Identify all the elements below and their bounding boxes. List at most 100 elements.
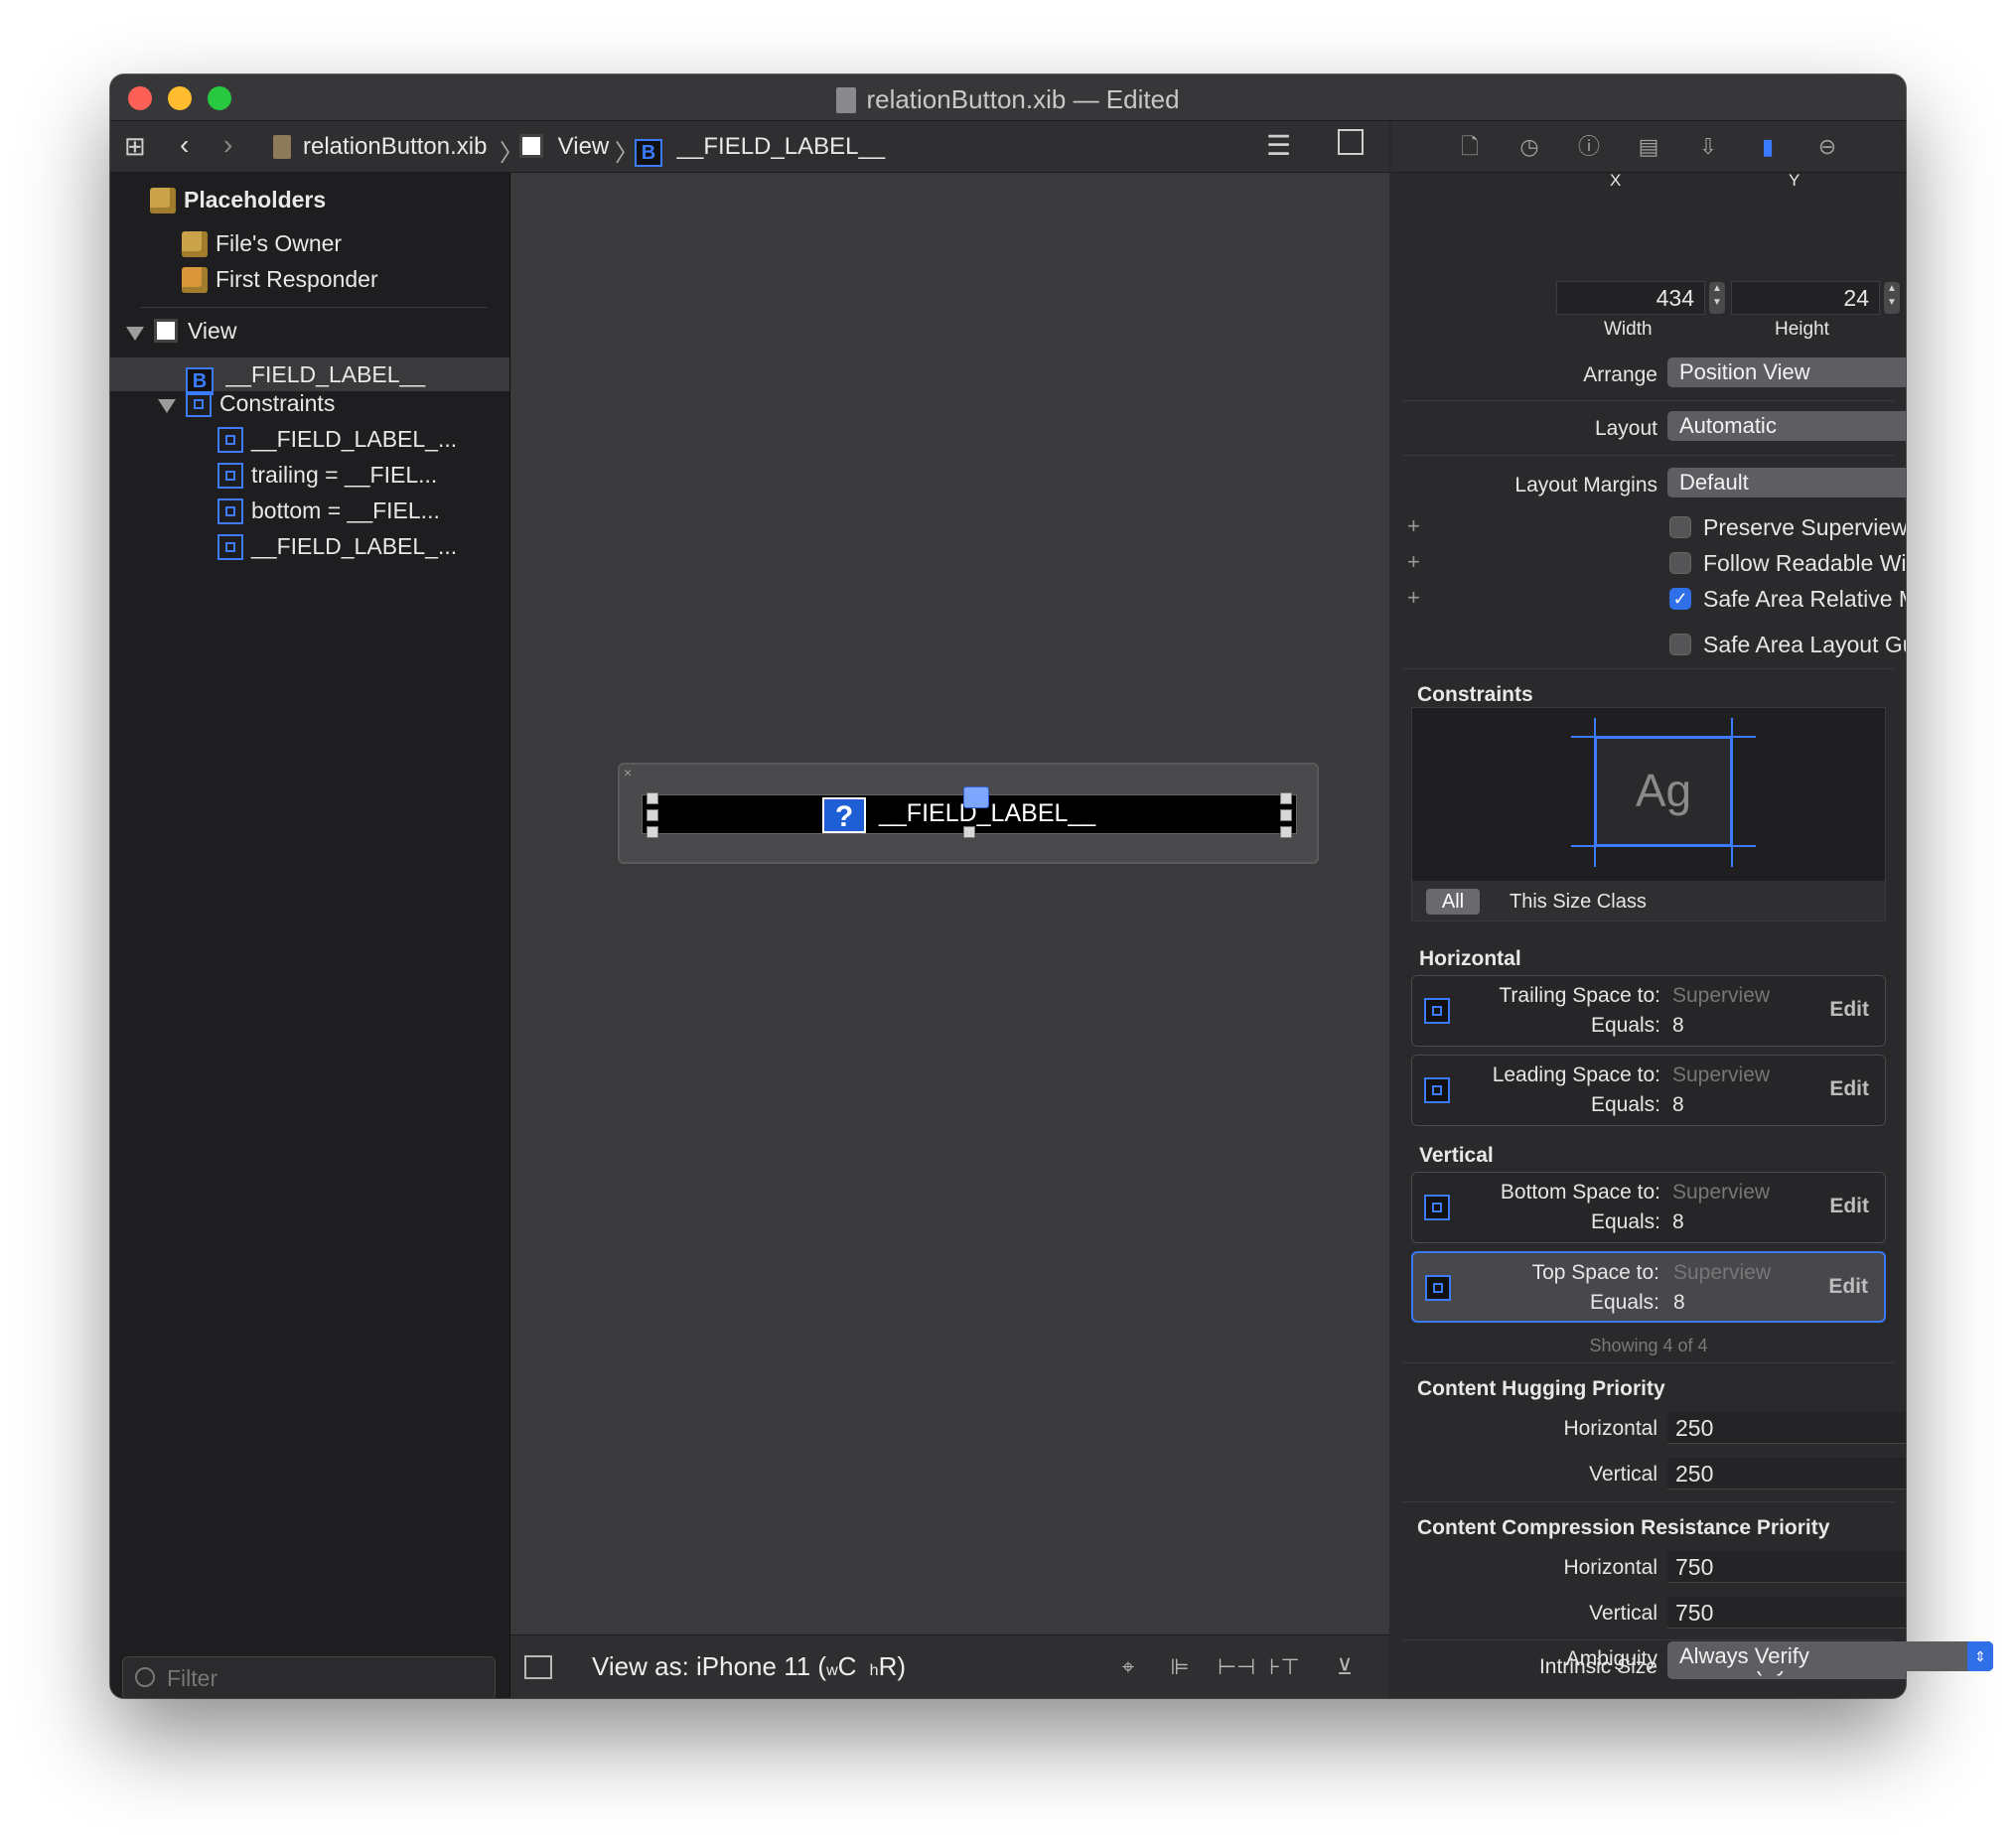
- top-constraint-line[interactable]: [1571, 736, 1756, 738]
- edit-constraint-button[interactable]: Edit: [1829, 998, 1869, 1022]
- align-icon[interactable]: ⊫: [1166, 1655, 1194, 1679]
- constraint-card-trailing[interactable]: Trailing Space to: Superview Equals: 8 E…: [1411, 975, 1886, 1047]
- outline-constraint-item[interactable]: trailing = __FIEL...: [217, 458, 437, 492]
- trailing-constraint-line[interactable]: [1731, 718, 1733, 867]
- top-constraint-handle[interactable]: [963, 786, 989, 808]
- canvas-bottom-bar: View as: iPhone 11 (wC hR) ⌖ ⊫ ⊢⊣ ⊦⊤ ⊻: [510, 1634, 1389, 1698]
- safe-area-guide-checkbox[interactable]: [1669, 634, 1691, 655]
- constraints-count: Showing 4 of 4: [1589, 1336, 1708, 1355]
- back-icon[interactable]: ‹: [180, 129, 189, 161]
- segment-this-size-class[interactable]: This Size Class: [1510, 889, 1647, 915]
- forward-icon[interactable]: ›: [223, 129, 232, 161]
- compression-vertical-combo[interactable]: 750▼: [1667, 1597, 1906, 1629]
- history-inspector-icon[interactable]: ◷: [1516, 134, 1542, 160]
- filter-placeholder: Filter: [167, 1665, 218, 1691]
- constraint-card-top[interactable]: Top Space to: Superview Equals: 8 Edit: [1411, 1251, 1886, 1323]
- add-variation-icon[interactable]: +: [1407, 513, 1420, 539]
- arrange-value: Position View: [1679, 359, 1810, 384]
- breadcrumb-button[interactable]: B __FIELD_LABEL__: [635, 133, 885, 167]
- update-frames-icon[interactable]: ⌖: [1114, 1655, 1142, 1679]
- ambiguity-popup[interactable]: Always Verify ⇕: [1667, 1641, 1993, 1671]
- height-field[interactable]: 24: [1731, 281, 1880, 315]
- outline-placeholders[interactable]: Placeholders: [150, 183, 326, 216]
- file-inspector-icon[interactable]: 🗋: [1457, 134, 1483, 160]
- resize-handle[interactable]: [647, 809, 658, 821]
- width-stepper[interactable]: ▲ ▼: [1709, 282, 1725, 314]
- constraint-card-bottom[interactable]: Bottom Space to: Superview Equals: 8 Edi…: [1411, 1172, 1886, 1243]
- outline-constraint-item[interactable]: bottom = __FIEL...: [217, 494, 440, 527]
- related-items-icon[interactable]: ⊞: [124, 131, 146, 162]
- view-scene[interactable]: × ? __FIELD_LABEL__: [618, 763, 1319, 864]
- segment-all[interactable]: All: [1426, 889, 1480, 915]
- outline-constraint-item[interactable]: __FIELD_LABEL_...: [217, 529, 457, 563]
- embed-in-icon[interactable]: ⊻: [1331, 1655, 1359, 1679]
- top-constraint-icon: [217, 427, 243, 453]
- document-outline: Placeholders File's Owner First Responde…: [110, 173, 510, 1698]
- ambiguity-value: Always Verify: [1679, 1643, 1809, 1668]
- preserve-superview-checkbox[interactable]: [1669, 516, 1691, 538]
- width-field[interactable]: 434: [1556, 281, 1705, 315]
- add-variation-icon[interactable]: +: [1407, 585, 1420, 611]
- xib-file-icon: [836, 87, 857, 113]
- hugging-vertical-combo[interactable]: 250▼: [1667, 1458, 1906, 1490]
- edit-constraint-button[interactable]: Edit: [1829, 1077, 1869, 1101]
- identity-inspector-icon[interactable]: ▤: [1636, 134, 1661, 160]
- leading-constraint-line[interactable]: [1594, 718, 1596, 867]
- compression-horizontal-combo[interactable]: 750▼: [1667, 1551, 1906, 1583]
- disclosure-triangle-icon[interactable]: [158, 399, 176, 413]
- filter-icon: [135, 1667, 155, 1687]
- connections-inspector-icon[interactable]: ⊖: [1814, 134, 1840, 160]
- outline-constraint-item[interactable]: __FIELD_LABEL_...: [217, 422, 457, 456]
- view-as-width-class-prefix: w: [826, 1662, 838, 1679]
- bottom-constraint-line[interactable]: [1571, 845, 1756, 847]
- preserve-superview-label: Preserve Superview Margins: [1703, 514, 1906, 540]
- view-as-device[interactable]: View as: iPhone 11 (wC hR): [592, 1651, 906, 1682]
- resize-handle[interactable]: [1280, 792, 1292, 804]
- constraint-card-leading[interactable]: Leading Space to: Superview Equals: 8 Ed…: [1411, 1055, 1886, 1126]
- resize-handle[interactable]: [647, 826, 658, 838]
- outline-constraints[interactable]: Constraints: [186, 386, 335, 420]
- outline-filter-field[interactable]: Filter: [122, 1656, 496, 1698]
- outline-first-responder[interactable]: First Responder: [182, 262, 378, 296]
- constraint-target: Superview: [1672, 1181, 1771, 1204]
- add-variation-icon[interactable]: +: [1407, 549, 1420, 575]
- bottom-constraint-icon: [1424, 1195, 1450, 1220]
- resize-handle[interactable]: [963, 826, 975, 838]
- layout-popup[interactable]: Automatic ⇕: [1667, 411, 1906, 441]
- edit-constraint-button[interactable]: Edit: [1829, 1195, 1869, 1218]
- add-constraints-icon[interactable]: ⊢⊣: [1218, 1655, 1255, 1679]
- interface-builder-canvas[interactable]: × ? __FIELD_LABEL__: [510, 173, 1389, 1634]
- scene-close-icon[interactable]: ×: [624, 765, 632, 781]
- disclosure-triangle-icon[interactable]: [126, 327, 144, 341]
- follow-readable-checkbox[interactable]: [1669, 552, 1691, 574]
- arrange-popup[interactable]: Position View ⌄: [1667, 357, 1906, 387]
- height-stepper[interactable]: ▲ ▼: [1884, 282, 1900, 314]
- size-inspector: X Y 434 ▲ ▼ 24 ▲ ▼ Width Height Arrange Po…: [1391, 171, 1906, 1698]
- compression-section-title: Content Compression Resistance Priority: [1417, 1516, 1830, 1539]
- resolve-layout-icon[interactable]: ⊦⊤: [1269, 1655, 1300, 1679]
- attributes-inspector-icon[interactable]: ⇩: [1695, 134, 1721, 160]
- add-editor-icon[interactable]: [1338, 129, 1364, 155]
- safe-area-relative-checkbox[interactable]: ✓: [1669, 588, 1691, 610]
- resize-handle[interactable]: [1280, 826, 1292, 838]
- constraints-section-title: Constraints: [1417, 683, 1533, 706]
- show-outline-icon[interactable]: [524, 1655, 552, 1679]
- editor-options-icon[interactable]: ☰: [1266, 129, 1291, 162]
- layout-margins-popup[interactable]: Default ⇕: [1667, 468, 1906, 497]
- breadcrumb-view[interactable]: View: [519, 133, 609, 161]
- resize-handle[interactable]: [1280, 809, 1292, 821]
- vertical-section-title: Vertical: [1419, 1144, 1494, 1167]
- jump-bar: ⊞ ‹ › relationButton.xib 〉 View 〉 B __FI…: [110, 121, 1389, 173]
- resize-handle[interactable]: [647, 792, 658, 804]
- size-class-segmented-control: All This Size Class: [1412, 881, 1885, 921]
- size-inspector-icon[interactable]: ▮: [1755, 134, 1781, 160]
- help-inspector-icon[interactable]: ⓘ: [1576, 134, 1602, 160]
- outline-files-owner[interactable]: File's Owner: [182, 226, 342, 260]
- outline-files-owner-label: File's Owner: [216, 230, 343, 256]
- hugging-horizontal-combo[interactable]: 250▼: [1667, 1412, 1906, 1444]
- outline-constraints-label: Constraints: [219, 390, 336, 416]
- outline-view[interactable]: View: [154, 314, 236, 348]
- edit-constraint-button[interactable]: Edit: [1828, 1275, 1868, 1299]
- safe-area-relative-label: Safe Area Relative Margins: [1703, 586, 1906, 612]
- breadcrumb-file[interactable]: relationButton.xib: [273, 133, 487, 161]
